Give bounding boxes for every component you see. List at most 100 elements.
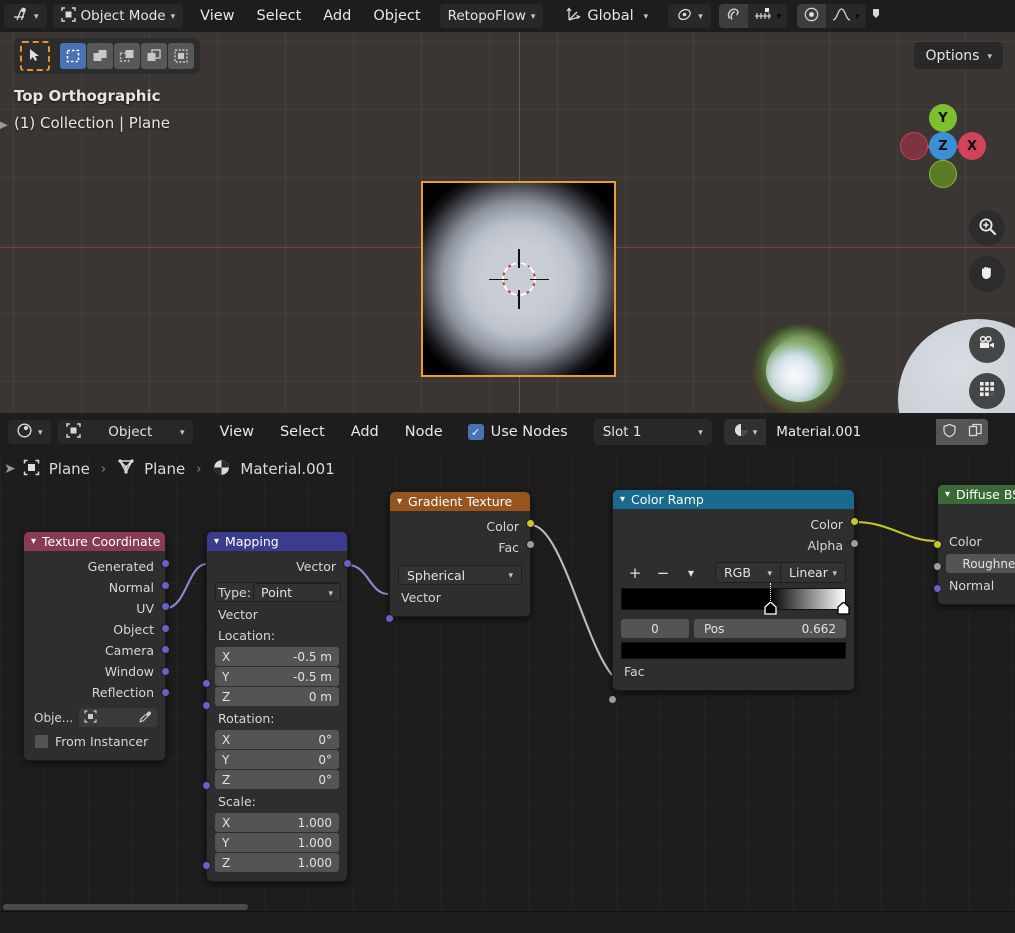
node-color-ramp[interactable]: ▾ Color Ramp Color Alpha + − ▾ RGB ▾ Lin… <box>608 489 859 704</box>
node-gradient-texture[interactable]: ▾ Gradient Texture Color Fac Spherical ▾… <box>385 491 535 623</box>
ramp-index-field[interactable]: 0 <box>621 619 689 638</box>
editor-type-selector[interactable]: ▾ <box>4 4 47 28</box>
workspace-retopoflow-button[interactable]: RetopoFlow ▾ <box>439 4 544 28</box>
socket-window[interactable] <box>161 667 170 676</box>
socket-generated[interactable] <box>161 559 170 568</box>
gizmo-axis-z[interactable]: Z <box>929 132 957 160</box>
collapse-chevron-icon[interactable]: ▾ <box>397 496 402 507</box>
zoom-button[interactable] <box>969 210 1005 246</box>
ramp-remove-button[interactable]: − <box>649 564 677 582</box>
shader-node-graph[interactable]: ▾ Texture Coordinate Generated Normal UV… <box>0 451 1015 911</box>
node-menu-select[interactable]: Select <box>267 424 338 440</box>
snapping-group[interactable]: ▾ <box>718 4 788 28</box>
scale-x-field[interactable]: X 1.000 <box>215 813 339 832</box>
select-box-invert-button[interactable] <box>141 43 167 69</box>
gizmo-axis-x[interactable]: X <box>958 132 986 160</box>
roughness-field[interactable]: Roughnes <box>946 554 1015 573</box>
color-ramp-stop-1[interactable] <box>837 600 850 615</box>
use-nodes-toggle[interactable]: ✓ Use Nodes <box>467 424 568 440</box>
navigation-gizmo[interactable]: Z Y X <box>894 98 994 198</box>
node-header-diffuse-bsdf[interactable]: ▾ Diffuse BSD <box>938 485 1015 504</box>
location-x-field[interactable]: X -0.5 m <box>215 647 339 666</box>
collapse-chevron-icon[interactable]: ▾ <box>214 536 219 547</box>
breadcrumb-item-object[interactable]: Plane <box>16 459 97 480</box>
node-header-color-ramp[interactable]: ▾ Color Ramp <box>613 490 854 509</box>
socket-alpha-out[interactable] <box>850 539 859 548</box>
snap-target-selector[interactable]: ▾ <box>748 4 788 28</box>
ramp-menu-button[interactable]: ▾ <box>677 566 705 580</box>
ramp-color-mode-dropdown[interactable]: RGB ▾ <box>715 562 781 583</box>
socket-fac-in[interactable] <box>608 695 617 704</box>
pan-button[interactable] <box>969 256 1005 292</box>
tweak-tool-button[interactable] <box>20 41 50 71</box>
breadcrumb-item-mesh[interactable]: Plane <box>110 458 192 480</box>
falloff-type-selector[interactable]: ▾ <box>826 4 866 28</box>
material-name-field[interactable]: Material.001 <box>766 419 937 445</box>
node-header-mapping[interactable]: ▾ Mapping <box>207 532 347 551</box>
shader-editor-type-selector[interactable]: ▾ <box>8 420 51 444</box>
ramp-selected-color-swatch[interactable] <box>621 642 846 659</box>
mapping-type-dropdown[interactable]: Point ▾ <box>253 583 341 602</box>
scale-y-field[interactable]: Y 1.000 <box>215 833 339 852</box>
select-box-subtract-button[interactable] <box>114 43 140 69</box>
camera-view-button[interactable] <box>969 327 1005 363</box>
header-overflow[interactable] <box>866 4 890 28</box>
transform-orientation-selector[interactable]: Global ▾ <box>557 4 656 28</box>
socket-fac-out[interactable] <box>526 540 535 549</box>
select-box-intersect-button[interactable] <box>168 43 194 69</box>
new-material-button[interactable] <box>962 419 989 445</box>
shader-type-selector[interactable]: Object ▾ <box>57 420 193 444</box>
viewport-options-button[interactable]: Options ▾ <box>914 42 1003 69</box>
eyedropper-icon[interactable] <box>139 708 152 727</box>
object-field-input[interactable] <box>79 708 157 727</box>
ramp-interpolation-dropdown[interactable]: Linear ▾ <box>781 562 846 583</box>
fake-user-button[interactable] <box>936 419 963 445</box>
gradient-type-dropdown[interactable]: Spherical ▾ <box>398 565 522 585</box>
menu-view[interactable]: View <box>189 0 245 32</box>
textured-plane-object[interactable] <box>421 181 616 377</box>
ramp-add-button[interactable]: + <box>621 564 649 582</box>
socket-camera[interactable] <box>161 645 170 654</box>
material-browse-button[interactable]: ▾ <box>723 419 767 445</box>
gizmo-axis-y[interactable]: Y <box>929 104 957 132</box>
collapse-chevron-icon[interactable]: ▾ <box>945 489 950 500</box>
proportional-edit-toggle[interactable] <box>797 4 827 28</box>
socket-object[interactable] <box>161 624 170 633</box>
socket-normal[interactable] <box>161 581 170 590</box>
3d-viewport[interactable]: ➤ Top Orthographic (1) Collection | Plan… <box>0 32 1015 413</box>
select-box-new-button[interactable] <box>60 43 86 69</box>
socket-vector-out[interactable] <box>343 559 352 568</box>
use-nodes-checkbox[interactable]: ✓ <box>467 424 484 440</box>
menu-add[interactable]: Add <box>312 0 362 32</box>
mode-selector[interactable]: Object Mode ▾ <box>52 4 184 28</box>
node-menu-node[interactable]: Node <box>392 424 456 440</box>
slot-selector[interactable]: Slot 1 ▾ <box>593 419 712 445</box>
gizmo-axis-x-negative[interactable] <box>900 132 928 160</box>
horizontal-scrollbar[interactable] <box>3 904 248 910</box>
color-ramp-stop-0[interactable] <box>763 600 777 615</box>
rotation-x-field[interactable]: X 0° <box>215 730 339 749</box>
collapse-chevron-icon[interactable]: ▾ <box>31 536 36 547</box>
color-ramp-gradient-bar[interactable] <box>621 583 850 615</box>
socket-scale[interactable] <box>202 861 211 870</box>
snap-magnet-toggle[interactable] <box>718 4 748 28</box>
socket-color-in[interactable] <box>933 540 942 549</box>
node-diffuse-bsdf[interactable]: ▾ Diffuse BSD Color Roughnes Normal <box>933 484 1015 605</box>
socket-normal-in[interactable] <box>933 584 942 593</box>
socket-vector-in[interactable] <box>202 679 211 688</box>
node-header-texture-coordinate[interactable]: ▾ Texture Coordinate <box>24 532 165 551</box>
from-instancer-row[interactable]: From Instancer <box>24 730 165 752</box>
rotation-y-field[interactable]: Y 0° <box>215 750 339 769</box>
breadcrumb-expand-arrow[interactable]: ➤ <box>2 461 16 477</box>
socket-color-out[interactable] <box>850 517 859 526</box>
proportional-edit-group[interactable]: ▾ <box>797 4 866 28</box>
socket-roughness-in[interactable] <box>933 562 942 571</box>
socket-color-out[interactable] <box>526 519 535 528</box>
socket-reflection[interactable] <box>161 688 170 697</box>
location-z-field[interactable]: Z 0 m <box>215 687 339 706</box>
pivot-point-selector[interactable]: ▾ <box>668 4 711 28</box>
toggle-perspective-button[interactable] <box>969 373 1005 409</box>
node-menu-add[interactable]: Add <box>338 424 392 440</box>
collapse-chevron-icon[interactable]: ▾ <box>620 494 625 505</box>
gizmo-axis-y-negative[interactable] <box>929 160 957 188</box>
